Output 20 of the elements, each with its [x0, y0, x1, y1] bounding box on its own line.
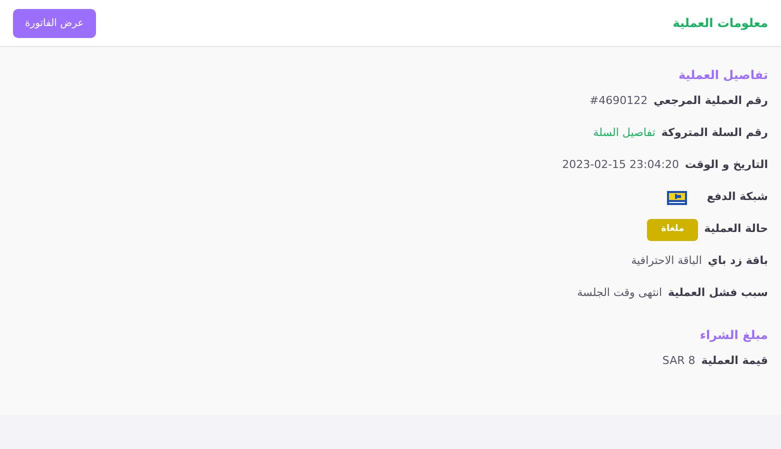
field-value: SAR 8: [662, 353, 696, 370]
payment-network-logo-icon: [666, 190, 687, 204]
section-title: تفاصيل العملية: [677, 67, 768, 84]
section-title: مبلغ الشراء: [698, 327, 768, 344]
field-value: انتهى وقت الجلسة: [577, 285, 662, 302]
field-label: سبب فشل العملية: [668, 285, 768, 302]
field-label: حالة العملية: [704, 221, 768, 238]
cart-details-link[interactable]: تفاصيل السلة: [593, 125, 656, 142]
field-value: الباقة الاحترافية: [631, 253, 702, 270]
field-label: شبكة الدفع: [706, 189, 768, 206]
field-value: 2023-02-15 23:04:20: [562, 157, 679, 174]
status-badge: ملغاة: [647, 218, 698, 240]
field-value: #4690122: [589, 93, 648, 110]
field-label: رقم السلة المتروكة: [661, 125, 768, 142]
page-title: معلومات العملية: [672, 15, 768, 32]
view-invoice-button[interactable]: عرض الفاتورة: [13, 8, 96, 38]
field-label: رقم العملية المرجعي: [654, 93, 768, 110]
field-label: قيمة العملية: [701, 353, 768, 370]
field-label: التاريخ و الوقت: [684, 157, 768, 174]
field-label: باقة زد باي: [708, 253, 768, 270]
